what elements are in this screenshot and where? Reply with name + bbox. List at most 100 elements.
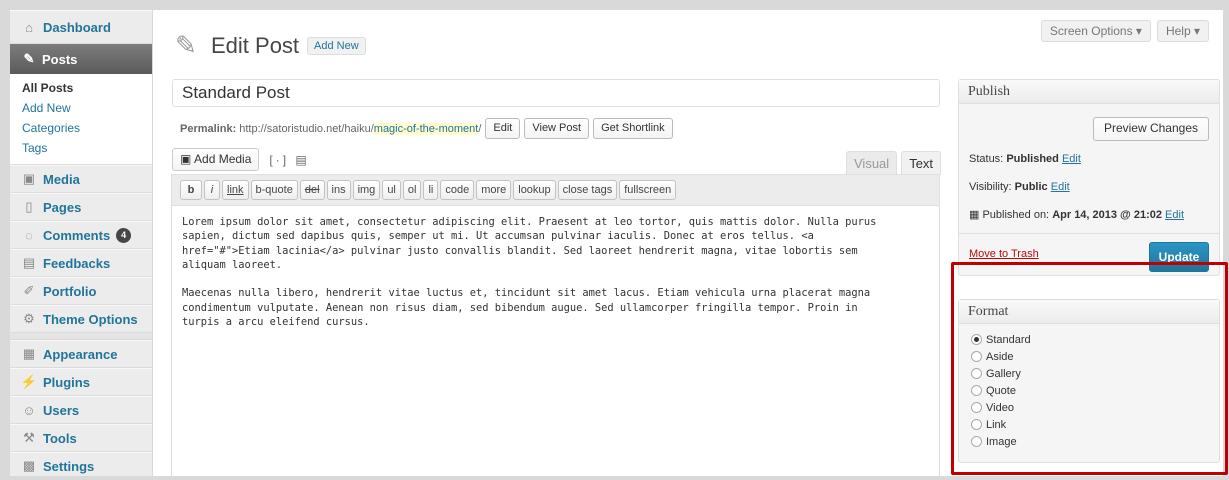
radio-button[interactable]: [971, 436, 982, 447]
format-option-video[interactable]: Video: [971, 399, 1207, 416]
edit-permalink-button[interactable]: Edit: [485, 118, 521, 139]
edit-status-link[interactable]: Edit: [1062, 153, 1081, 165]
format-option-label: Standard: [986, 333, 1031, 346]
visibility-label: Visibility:: [969, 181, 1012, 193]
format-option-link[interactable]: Link: [971, 416, 1207, 433]
radio-button[interactable]: [971, 402, 982, 413]
format-box: Format Standard Aside Gallery Quote Video Lin…: [958, 299, 1220, 463]
publish-divider: [959, 233, 1219, 234]
sidebar-item-plugins[interactable]: ⚡ Plugins: [10, 368, 152, 396]
media-buttons: ▣ Add Media [·] ▤: [172, 148, 310, 171]
users-icon: ☺: [22, 402, 36, 418]
format-option-gallery[interactable]: Gallery: [971, 365, 1207, 382]
sidebar-item-label: Pages: [43, 199, 82, 215]
format-option-image[interactable]: Image: [971, 433, 1207, 450]
help-button[interactable]: Help ▾: [1156, 20, 1209, 42]
quicktag-close-tags-button[interactable]: close tags: [557, 180, 618, 200]
add-media-label: Add Media: [194, 152, 252, 166]
submenu-all-posts[interactable]: All Posts: [22, 78, 152, 98]
add-new-button[interactable]: Add New: [307, 36, 366, 55]
preview-changes-button[interactable]: Preview Changes: [1092, 117, 1209, 141]
post-title-input[interactable]: [172, 79, 940, 107]
permalink-slug[interactable]: magic-of-the-moment: [373, 122, 479, 135]
sidebar-item-users[interactable]: ☺ Users: [10, 396, 152, 424]
sidebar-item-posts[interactable]: ✎ Posts: [10, 44, 152, 74]
submenu-add-new[interactable]: Add New: [22, 98, 152, 118]
sidebar-item-dashboard[interactable]: ⌂ Dashboard: [10, 10, 152, 44]
quicktag-ins-button[interactable]: ins: [326, 180, 351, 200]
published-label: Published on:: [982, 209, 1050, 221]
permalink-label: Permalink:: [180, 122, 237, 135]
sidebar-item-label: Users: [43, 402, 80, 418]
get-shortlink-button[interactable]: Get Shortlink: [593, 118, 673, 139]
appearance-icon: ▦: [22, 346, 36, 361]
calendar-icon: ▦: [969, 209, 983, 221]
format-option-standard[interactable]: Standard: [971, 331, 1207, 348]
submenu-categories[interactable]: Categories: [22, 118, 152, 138]
quicktag-del-button[interactable]: del: [299, 180, 325, 200]
tab-visual[interactable]: Visual: [846, 151, 898, 175]
sidebar-item-pages[interactable]: ▯ Pages: [10, 193, 152, 221]
radio-button[interactable]: [971, 385, 982, 396]
quicktag-link-button[interactable]: link: [222, 180, 249, 200]
sidebar-item-settings[interactable]: ▩ Settings: [10, 452, 152, 476]
publish-box: Publish Preview Changes Status: Publishe…: [958, 79, 1220, 276]
quicktag-img-button[interactable]: img: [352, 180, 381, 200]
comments-count-badge: 4: [116, 227, 132, 243]
post-content-textarea[interactable]: Lorem ipsum dolor sit amet, consectetur …: [172, 206, 939, 338]
quicktag-b-quote-button[interactable]: b-quote: [250, 180, 298, 200]
sidebar-item-label: Theme Options: [43, 311, 138, 327]
editor-container: b i link b-quote del ins img ul ol li code more look…: [171, 174, 940, 476]
format-option-quote[interactable]: Quote: [971, 382, 1207, 399]
quicktag-b-button[interactable]: b: [180, 180, 202, 200]
sidebar-item-feedbacks[interactable]: ▤ Feedbacks: [10, 249, 152, 277]
radio-button[interactable]: [971, 419, 982, 430]
quicktag-i-button[interactable]: i: [204, 180, 220, 200]
radio-button[interactable]: [971, 368, 982, 379]
feedback-icon: ▤: [22, 255, 36, 270]
quicktag-code-button[interactable]: code: [440, 180, 475, 200]
media-icon: ▣: [22, 171, 36, 186]
move-to-trash-link[interactable]: Move to Trash: [969, 248, 1039, 260]
sidebar-item-appearance[interactable]: ▦ Appearance: [10, 340, 152, 368]
publish-box-title: Publish: [959, 80, 1219, 104]
sidebar-item-label: Media: [43, 171, 80, 187]
quicktag-ul-button[interactable]: ul: [382, 180, 401, 200]
sidebar-item-media[interactable]: ▣ Media: [10, 165, 152, 193]
quicktags-toolbar: b i link b-quote del ins img ul ol li code more look…: [172, 175, 939, 206]
view-post-button[interactable]: View Post: [524, 118, 590, 139]
sidebar-item-theme-options[interactable]: ⚙ Theme Options: [10, 305, 152, 333]
add-media-button[interactable]: ▣ Add Media: [172, 148, 260, 171]
screen-options-button[interactable]: Screen Options ▾: [1040, 20, 1151, 42]
format-option-label: Aside: [986, 350, 1014, 363]
quicktag-ol-button[interactable]: ol: [402, 180, 422, 200]
extra-media-icons[interactable]: [·] ▤: [269, 153, 309, 167]
edit-visibility-link[interactable]: Edit: [1051, 181, 1070, 193]
sidebar-item-comments[interactable]: ◌ Comments 4: [10, 221, 152, 249]
home-icon: ⌂: [25, 19, 33, 35]
radio-button[interactable]: [971, 351, 982, 362]
sidebar-item-tools[interactable]: ⚒ Tools: [10, 424, 152, 452]
permalink-end: /: [478, 122, 482, 135]
settings-icon: ▩: [22, 458, 36, 473]
format-option-aside[interactable]: Aside: [971, 348, 1207, 365]
edit-date-link[interactable]: Edit: [1165, 209, 1184, 221]
submenu-tags[interactable]: Tags: [22, 138, 152, 158]
page-title: Edit Post: [211, 32, 300, 58]
sidebar-item-portfolio[interactable]: ✐ Portfolio: [10, 277, 152, 305]
quicktag-more-button[interactable]: more: [476, 180, 512, 200]
tab-text[interactable]: Text: [901, 151, 942, 175]
screen-meta-tabs: Screen Options ▾ Help ▾: [1040, 20, 1209, 42]
quicktag-fullscreen-button[interactable]: fullscreen: [619, 180, 677, 200]
menu-separator: [10, 333, 152, 340]
quicktag-li-button[interactable]: li: [423, 180, 439, 200]
sidebar-item-label: Comments: [43, 227, 111, 243]
status-label: Status:: [969, 153, 1004, 165]
visibility-value: Public: [1014, 181, 1048, 193]
permalink-row: Permalink: http://satoristudio.net/haiku…: [180, 118, 673, 139]
admin-sidebar: ⌂ Dashboard ✎ Posts All Posts Add New Ca…: [10, 10, 153, 476]
radio-button[interactable]: [971, 334, 982, 345]
quicktag-lookup-button[interactable]: lookup: [513, 180, 556, 200]
format-option-label: Link: [986, 418, 1007, 431]
published-date-row: ▦ Published on: Apr 14, 2013 @ 21:02 Edi…: [969, 208, 1184, 221]
